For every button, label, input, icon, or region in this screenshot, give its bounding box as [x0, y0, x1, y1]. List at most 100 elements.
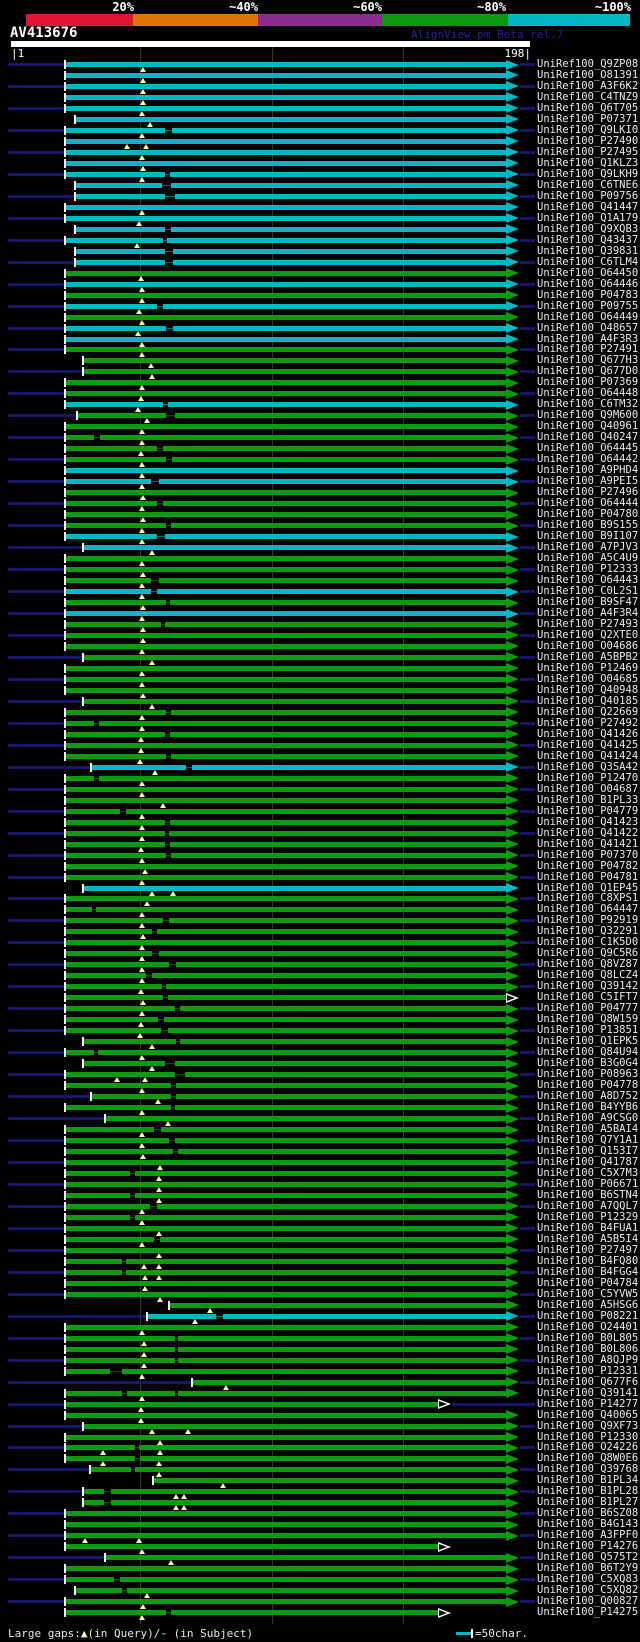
alignment-bar[interactable] — [66, 237, 506, 243]
alignment-bar[interactable] — [66, 995, 506, 1001]
track-label[interactable]: UniRef100_Q9XF73 — [537, 1420, 638, 1432]
alignment-bar[interactable] — [66, 138, 506, 144]
alignment-bar[interactable] — [66, 1522, 506, 1528]
alignment-bar[interactable] — [66, 1258, 506, 1264]
alignment-bar[interactable] — [66, 1577, 506, 1583]
alignment-bar[interactable] — [76, 259, 506, 265]
alignment-bar[interactable] — [76, 116, 506, 122]
alignment-bar[interactable] — [66, 1368, 506, 1374]
alignment-bar[interactable] — [148, 1313, 506, 1319]
alignment-bar[interactable] — [66, 380, 506, 386]
alignment-bar[interactable] — [66, 973, 506, 979]
alignment-bar[interactable] — [66, 1324, 506, 1330]
alignment-bar[interactable] — [66, 1149, 506, 1155]
alignment-bar[interactable] — [66, 204, 506, 210]
alignment-bar[interactable] — [66, 753, 506, 759]
track-label[interactable]: UniRef100_Q677F6 — [537, 1376, 638, 1388]
alignment-bar[interactable] — [66, 797, 506, 803]
alignment-bar[interactable] — [66, 160, 506, 166]
alignment-bar[interactable] — [66, 1533, 506, 1539]
alignment-bar[interactable] — [66, 929, 506, 935]
alignment-bar[interactable] — [66, 270, 506, 276]
alignment-bar[interactable] — [66, 940, 506, 946]
alignment-bar[interactable] — [66, 424, 506, 430]
alignment-bar[interactable] — [66, 479, 506, 485]
alignment-bar[interactable] — [66, 907, 506, 913]
alignment-bar[interactable] — [66, 1445, 506, 1451]
alignment-bar[interactable] — [66, 709, 506, 715]
alignment-bar[interactable] — [66, 1269, 506, 1275]
alignment-bar[interactable] — [66, 1083, 506, 1089]
alignment-bar[interactable] — [66, 83, 506, 89]
alignment-bar[interactable] — [66, 1017, 506, 1023]
alignment-bar[interactable] — [66, 1610, 438, 1616]
alignment-bar[interactable] — [76, 1588, 506, 1594]
alignment-bar[interactable] — [66, 578, 506, 584]
alignment-bar[interactable] — [84, 885, 506, 891]
alignment-bar[interactable] — [84, 698, 506, 704]
alignment-bar[interactable] — [78, 413, 506, 419]
alignment-bar[interactable] — [66, 819, 506, 825]
track-label[interactable]: UniRef100_C6TLM4 — [537, 256, 638, 268]
track-label[interactable]: UniRef100_P04783 — [537, 289, 638, 301]
track-label[interactable]: UniRef100_P12331 — [537, 1365, 638, 1377]
alignment-bar[interactable] — [66, 336, 506, 342]
alignment-bar[interactable] — [66, 742, 506, 748]
track-label[interactable]: UniRef100_A8QJP9 — [537, 1354, 638, 1366]
alignment-bar[interactable] — [66, 391, 506, 397]
track-label[interactable]: UniRef100_P04781 — [537, 871, 638, 883]
alignment-bar[interactable] — [84, 1039, 506, 1045]
track-label[interactable]: UniRef100_B0L806 — [537, 1343, 638, 1355]
alignment-bar[interactable] — [84, 1489, 506, 1495]
alignment-bar[interactable] — [66, 1138, 506, 1144]
alignment-bar[interactable] — [84, 1500, 506, 1506]
alignment-bar[interactable] — [84, 369, 506, 375]
alignment-bar[interactable] — [66, 632, 506, 638]
track-label[interactable]: UniRef100_B1PL33 — [537, 794, 638, 806]
track-label[interactable]: UniRef100_Q39831 — [537, 245, 638, 257]
alignment-bar[interactable] — [66, 303, 506, 309]
alignment-bar[interactable] — [66, 556, 506, 562]
alignment-bar[interactable] — [66, 830, 506, 836]
alignment-bar[interactable] — [66, 127, 506, 133]
alignment-bar[interactable] — [66, 402, 506, 408]
track-label[interactable]: UniRef100_O64449 — [537, 311, 638, 323]
alignment-bar[interactable] — [66, 347, 506, 353]
alignment-bar[interactable] — [66, 512, 506, 518]
alignment-bar[interactable] — [66, 1072, 506, 1078]
alignment-bar[interactable] — [66, 1006, 506, 1012]
alignment-bar[interactable] — [66, 1203, 506, 1209]
alignment-bar[interactable] — [91, 1467, 506, 1473]
track-label[interactable]: UniRef100_Q41421 — [537, 838, 638, 850]
alignment-bar[interactable] — [66, 446, 506, 452]
alignment-bar[interactable] — [66, 896, 506, 902]
alignment-bar[interactable] — [76, 248, 506, 254]
alignment-bar[interactable] — [66, 1028, 506, 1034]
alignment-bar[interactable] — [66, 1280, 506, 1286]
alignment-bar[interactable] — [106, 1555, 506, 1561]
alignment-bar[interactable] — [66, 292, 506, 298]
alignment-bar[interactable] — [66, 1599, 506, 1605]
track-label[interactable]: UniRef100_Q39141 — [537, 1387, 638, 1399]
alignment-bar[interactable] — [66, 621, 506, 627]
alignment-bar[interactable] — [66, 643, 506, 649]
alignment-bar[interactable] — [66, 1357, 506, 1363]
track-label[interactable]: UniRef100_Q40065 — [537, 1409, 638, 1421]
alignment-bar[interactable] — [66, 94, 506, 100]
alignment-bar[interactable] — [66, 171, 506, 177]
alignment-bar[interactable] — [66, 314, 506, 320]
alignment-bar[interactable] — [66, 62, 506, 67]
alignment-bar[interactable] — [66, 808, 506, 814]
alignment-bar[interactable] — [76, 193, 506, 199]
alignment-bar[interactable] — [193, 1379, 506, 1385]
alignment-bar[interactable] — [66, 149, 506, 155]
alignment-bar[interactable] — [66, 105, 506, 111]
alignment-bar[interactable] — [66, 731, 506, 737]
alignment-bar[interactable] — [84, 1061, 506, 1067]
alignment-bar[interactable] — [66, 665, 506, 671]
alignment-bar[interactable] — [66, 775, 506, 781]
alignment-bar[interactable] — [66, 281, 506, 287]
track-label[interactable]: UniRef100_P14277 — [537, 1398, 638, 1410]
alignment-bar[interactable] — [66, 600, 506, 606]
alignment-bar[interactable] — [66, 325, 506, 331]
